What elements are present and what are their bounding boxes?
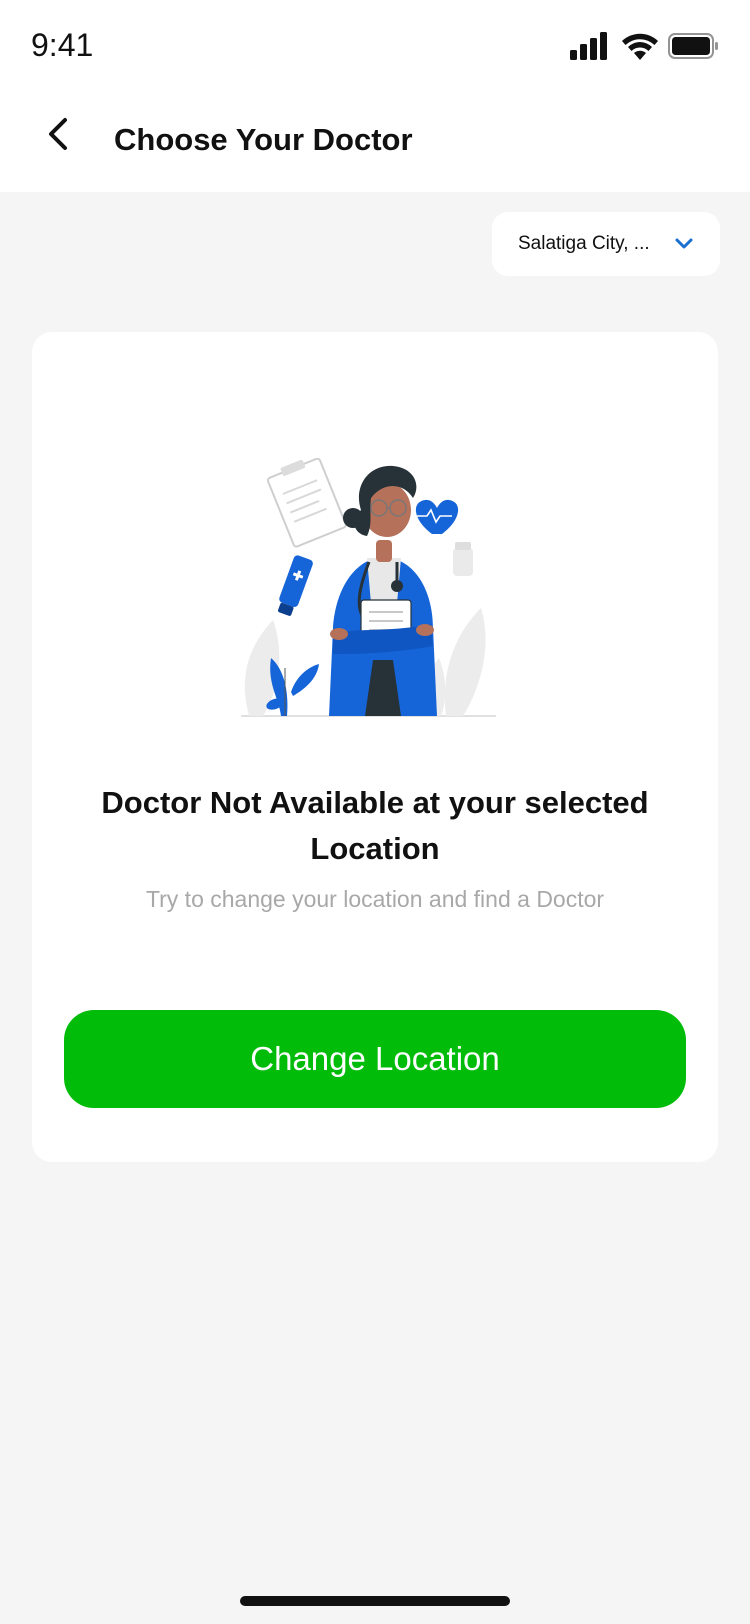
status-bar: 9:41 xyxy=(0,0,750,92)
page-title: Choose Your Doctor xyxy=(114,122,413,157)
status-time: 9:41 xyxy=(31,27,94,63)
doctor-illustration xyxy=(241,458,496,717)
back-button[interactable] xyxy=(36,112,80,156)
header: Choose Your Doctor xyxy=(0,92,750,192)
wifi-icon xyxy=(622,33,658,60)
chevron-left-icon xyxy=(49,118,67,150)
location-dropdown[interactable]: Salatiga City, ... xyxy=(492,212,720,276)
status-icons xyxy=(570,30,720,62)
home-indicator xyxy=(240,1596,510,1606)
chevron-down-icon xyxy=(675,238,693,249)
empty-state-title: Doctor Not Available at your selected Lo… xyxy=(101,785,649,866)
empty-state-subtitle: Try to change your location and find a D… xyxy=(145,886,605,912)
change-location-button[interactable]: Change Location xyxy=(64,1010,686,1108)
battery-icon xyxy=(668,33,718,59)
empty-state-card: Doctor Not Available at your selected Lo… xyxy=(32,332,718,1162)
cellular-signal-icon xyxy=(570,32,607,60)
location-value: Salatiga City, ... xyxy=(518,233,650,254)
